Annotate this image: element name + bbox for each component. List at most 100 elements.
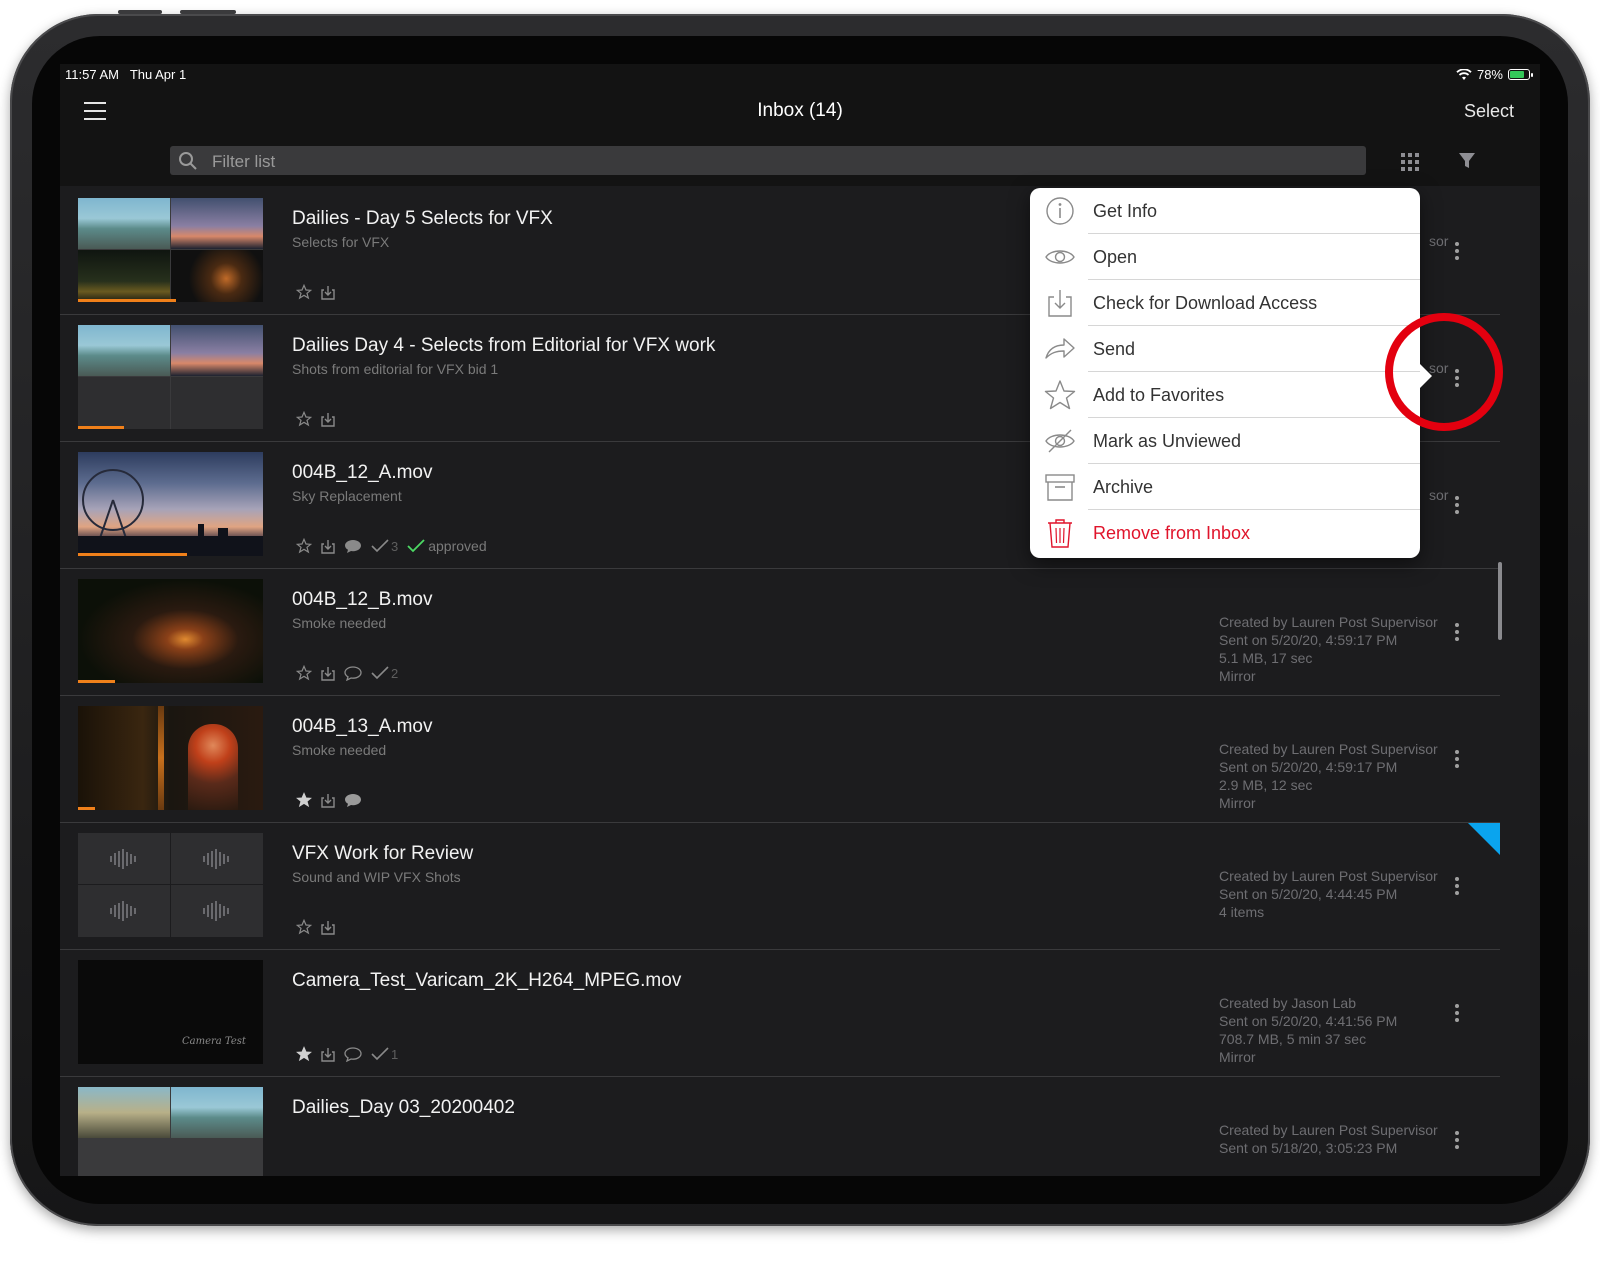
ferris-wheel-silhouette <box>78 469 263 556</box>
favorite-star-icon[interactable] <box>296 538 312 554</box>
thumbnail-grid <box>78 325 263 429</box>
more-options-icon[interactable] <box>1455 623 1461 643</box>
thumbnail <box>78 579 263 683</box>
comment-outline-icon <box>344 665 362 681</box>
approval-count: 1 <box>391 1046 399 1062</box>
item-badges <box>296 284 335 300</box>
item-title: Dailies - Day 5 Selects for VFX <box>292 208 553 229</box>
item-subtitle: Smoke needed <box>292 615 387 631</box>
item-badges <box>296 411 335 427</box>
status-time: 11:57 AM Thu Apr 1 <box>65 67 187 82</box>
menu-item-open[interactable]: Open <box>1030 234 1420 280</box>
share-arrow-icon <box>1045 338 1075 359</box>
favorite-star-icon[interactable] <box>296 411 312 427</box>
highlight-circle <box>1385 313 1503 431</box>
archive-box-icon <box>1045 474 1075 501</box>
page-title: Inbox (14) <box>757 100 843 121</box>
search-icon <box>179 152 197 170</box>
thumbnail <box>78 706 263 810</box>
menu-item-mark-unviewed[interactable]: Mark as Unviewed <box>1030 418 1420 464</box>
thumbnail-grid <box>78 833 263 937</box>
item-meta: Created by Lauren Post Supervisor Sent on… <box>1219 741 1438 811</box>
checkmark-icon <box>371 1047 389 1061</box>
list-item[interactable]: 004B_12_B.mov Smoke needed 2 Created by … <box>60 569 1500 696</box>
item-meta: Created by Jason Lab Sent on 5/20/20, 4:4… <box>1219 995 1398 1065</box>
audio-waveform-icon <box>203 848 229 869</box>
menu-item-send[interactable]: Send <box>1030 326 1420 372</box>
progress-bar <box>78 680 115 683</box>
new-item-flag <box>1468 823 1500 855</box>
download-icon <box>321 1047 335 1062</box>
comment-icon <box>345 793 361 807</box>
menu-item-label: Mark as Unviewed <box>1093 431 1242 451</box>
progress-bar <box>78 299 177 302</box>
list-item[interactable]: 004B_13_A.mov Smoke needed Created by La… <box>60 696 1500 823</box>
comment-icon <box>345 539 361 553</box>
favorite-star-icon[interactable] <box>296 284 312 300</box>
grid-view-icon[interactable] <box>1400 152 1420 172</box>
more-options-icon[interactable] <box>1455 1131 1461 1151</box>
thumbnail-grid <box>78 198 263 302</box>
context-menu: Get Info Open Check for Download Access … <box>1030 188 1432 558</box>
menu-item-get-info[interactable]: Get Info <box>1030 188 1420 234</box>
thumbnail-grid <box>78 1087 263 1176</box>
favorite-star-icon[interactable] <box>296 919 312 935</box>
checkmark-icon <box>371 539 389 553</box>
filter-search-box[interactable] <box>170 146 1366 177</box>
audio-waveform-icon <box>203 901 229 921</box>
item-badges: 2 <box>296 665 398 681</box>
item-title: 004B_12_A.mov <box>292 462 433 483</box>
download-icon <box>1048 290 1072 317</box>
menu-item-remove-from-inbox[interactable]: Remove from Inbox <box>1030 510 1420 556</box>
filter-funnel-icon[interactable] <box>1458 152 1476 170</box>
approved-check-icon <box>407 539 425 553</box>
eye-icon <box>1045 250 1075 264</box>
menu-item-archive[interactable]: Archive <box>1030 464 1420 510</box>
item-badges: 1 <box>296 1046 398 1062</box>
more-options-icon[interactable] <box>1455 877 1461 897</box>
info-icon <box>1046 197 1074 225</box>
navigation-bar: Inbox (14) Select <box>60 86 1540 136</box>
favorite-star-filled-icon[interactable] <box>296 792 312 808</box>
status-bar: 11:57 AM Thu Apr 1 78% <box>60 64 1540 86</box>
item-meta: Created by Lauren Post Supervisor Sent on… <box>1219 1122 1438 1156</box>
eye-slash-icon <box>1045 429 1075 453</box>
download-icon <box>321 666 335 681</box>
more-options-icon[interactable] <box>1455 1004 1461 1024</box>
item-meta: Created by Lauren Post Supervisor Sent on… <box>1219 868 1438 920</box>
thumbnail <box>78 452 263 556</box>
item-subtitle: Selects for VFX <box>292 234 390 250</box>
more-options-icon[interactable] <box>1455 242 1461 262</box>
thumbnail: Camera Test <box>78 960 263 1064</box>
item-title: Camera_Test_Varicam_2K_H264_MPEG.mov <box>292 970 682 991</box>
favorite-star-icon[interactable] <box>296 665 312 681</box>
more-options-icon[interactable] <box>1455 750 1461 770</box>
filter-input[interactable] <box>210 146 1314 177</box>
trash-icon <box>1048 519 1072 548</box>
menu-item-label: Add to Favorites <box>1093 385 1225 405</box>
item-subtitle: Sky Replacement <box>292 488 402 504</box>
menu-item-add-to-favorites[interactable]: Add to Favorites <box>1030 372 1420 418</box>
favorite-star-filled-icon[interactable] <box>296 1046 312 1062</box>
filter-bar <box>60 136 1540 186</box>
volume-button <box>118 10 162 14</box>
menu-item-label: Remove from Inbox <box>1093 523 1251 543</box>
item-title: 004B_12_B.mov <box>292 589 433 610</box>
scroll-indicator[interactable] <box>1498 562 1502 640</box>
list-item[interactable]: Dailies_Day 03_20200402 Created by Laure… <box>60 1077 1500 1176</box>
download-icon <box>321 285 335 300</box>
menu-item-label: Archive <box>1093 477 1154 497</box>
download-icon <box>321 412 335 427</box>
progress-bar <box>78 426 125 429</box>
more-options-icon[interactable] <box>1455 496 1461 516</box>
list-item[interactable]: Camera Test Camera_Test_Varicam_2K_H264_… <box>60 950 1500 1077</box>
download-icon <box>321 539 335 554</box>
battery-icon <box>1508 69 1533 80</box>
progress-bar <box>78 807 95 810</box>
menu-item-check-download-access[interactable]: Check for Download Access <box>1030 280 1420 326</box>
wifi-icon <box>1456 68 1472 80</box>
select-button[interactable]: Select <box>1464 101 1514 122</box>
audio-waveform-icon <box>110 848 136 869</box>
item-badges <box>296 792 362 808</box>
list-item[interactable]: VFX Work for Review Sound and WIP VFX Sh… <box>60 823 1500 950</box>
